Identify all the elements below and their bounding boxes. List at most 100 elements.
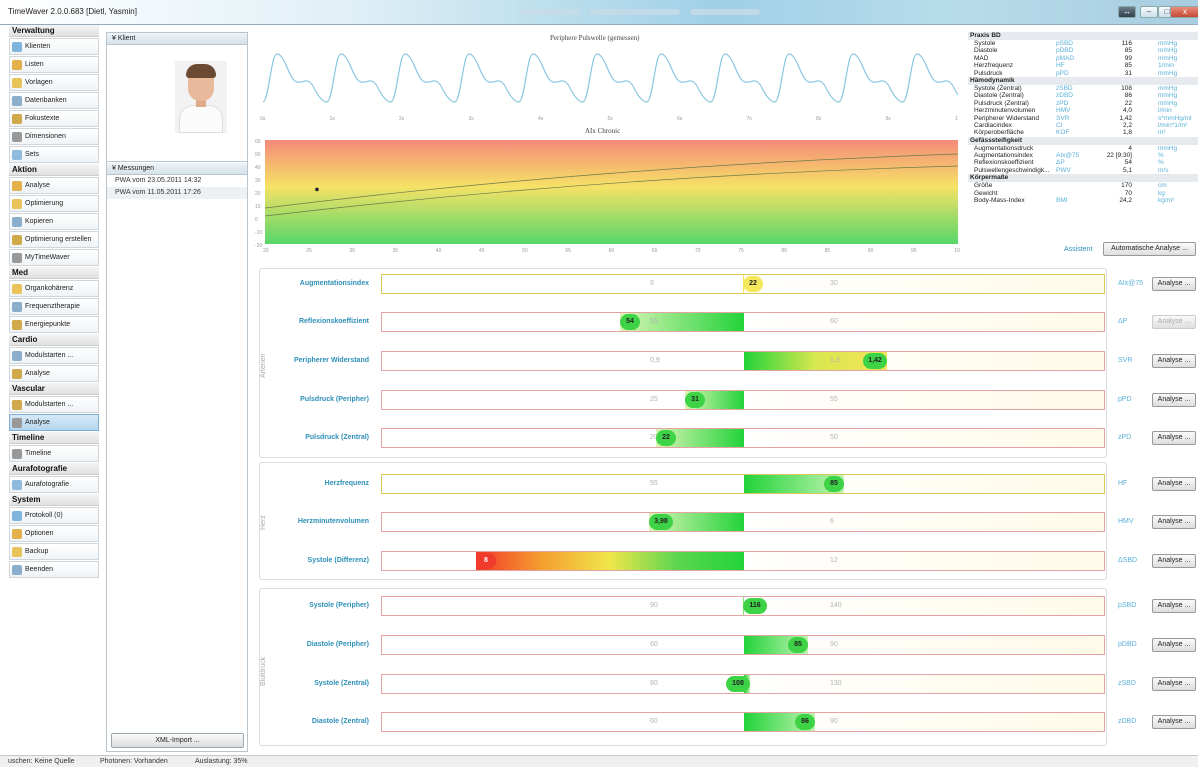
info-cell: 70 <box>1124 189 1132 197</box>
info-cell: Herzminutenvolumen <box>974 107 1036 115</box>
messungen-header[interactable]: ¥ Messungen <box>107 163 247 175</box>
sidebar-item[interactable]: Backup <box>9 543 99 560</box>
sidebar-item[interactable]: Optimierung <box>9 195 99 212</box>
group-label-herz: Herz <box>260 515 267 530</box>
metric-abbreviation: zSBD <box>1118 680 1136 687</box>
sidebar-section-3: Cardio <box>9 334 99 346</box>
info-cell: m/s <box>1158 166 1169 174</box>
aix-xtick: 45 <box>479 248 485 254</box>
analyse-button[interactable]: Analyse ... <box>1152 638 1196 652</box>
sidebar-item[interactable]: Energiepunkte <box>9 316 99 333</box>
aix-ytick: 0 <box>255 217 258 223</box>
sidebar-item[interactable]: Dimensionen <box>9 128 99 145</box>
sidebar-item-label: Optionen <box>25 530 54 537</box>
analyse-button[interactable]: Analyse ... <box>1152 677 1196 691</box>
info-cell: m² <box>1158 129 1166 137</box>
aix-chart: 6050403020100-10-2020 25 30 35 40 45 50 55 60 65 7… <box>255 139 960 254</box>
info-row: Peripherer Widerstand SVR 1,42 s*mmHg/ml <box>968 115 1198 122</box>
sidebar-section-6: Aurafotografie <box>9 463 99 475</box>
analyse-button[interactable]: Analyse ... <box>1152 554 1196 568</box>
sidebar-item[interactable]: Optionen <box>9 525 99 542</box>
pulse-tick-label: 4s <box>538 116 544 122</box>
info-cell: 108 <box>1121 84 1132 92</box>
sidebar-item[interactable]: Analyse <box>9 414 99 431</box>
metric-bar: 90 140 116 <box>381 596 1105 616</box>
client-header[interactable]: ¥ Klient <box>107 33 247 45</box>
sidebar-item[interactable]: Aurafotografie <box>9 476 99 493</box>
info-cell: BMI <box>1056 197 1068 205</box>
pulse-tick-label: 10s <box>955 116 958 122</box>
sidebar-item[interactable]: Frequenztherapie <box>9 298 99 315</box>
aix-xtick: 40 <box>436 248 442 254</box>
sidebar-item[interactable]: MyTimeWaver <box>9 249 99 266</box>
sidebar-item[interactable]: Sets <box>9 146 99 163</box>
analyse-button[interactable]: Analyse ... <box>1152 393 1196 407</box>
metric-tick-low: 90 <box>650 602 658 609</box>
sidebar-item[interactable]: Timeline <box>9 445 99 462</box>
sidebar-item[interactable]: Fokustexte <box>9 110 99 127</box>
title-bar: TimeWaver 2.0.0.683 [Dietl, Yasmin] ↔ – … <box>0 0 1198 25</box>
info-cell: cm <box>1158 182 1167 190</box>
analyse-button[interactable]: Analyse ... <box>1152 715 1196 729</box>
aix-xtick: 30 <box>349 248 355 254</box>
sidebar-item[interactable]: Analyse <box>9 365 99 382</box>
sidebar-item[interactable]: Modulstarten ... <box>9 347 99 364</box>
info-group-title: Gefässsteifigkeit <box>968 136 1198 145</box>
info-cell: pSBD <box>1056 40 1073 47</box>
sidebar-item-label: Optimierung <box>25 200 64 207</box>
metric-label: Systole (Differenz) <box>307 557 369 564</box>
analyse-button[interactable]: Analyse ... <box>1152 477 1196 491</box>
metric-bar: 0,9 1,3 1,42 <box>381 351 1105 371</box>
info-row: Körperoberfläche KOF 1,8 m² <box>968 129 1198 136</box>
assistent-link[interactable]: Assistent <box>1064 246 1092 253</box>
info-cell: 5,1 <box>1122 166 1132 174</box>
sidebar-item[interactable]: Datenbanken <box>9 92 99 109</box>
resize-button[interactable]: ↔ <box>1118 6 1136 18</box>
sidebar-section-4: Vascular <box>9 383 99 395</box>
sidebar-item[interactable]: Listen <box>9 56 99 73</box>
info-cell: HMV <box>1056 107 1071 115</box>
analyse-button[interactable]: Analyse ... <box>1152 315 1196 329</box>
analyse-button[interactable]: Analyse ... <box>1152 354 1196 368</box>
analyse-button[interactable]: Analyse ... <box>1152 431 1196 445</box>
messung-item[interactable]: PWA vom 11.05.2011 17:26 <box>107 187 247 199</box>
menu-icon <box>12 96 22 106</box>
sidebar-item[interactable]: Kopieren <box>9 213 99 230</box>
messung-item[interactable]: PWA vom 23.05.2011 14:32 <box>107 175 247 187</box>
info-cell: 31 <box>1124 69 1132 77</box>
info-cell: Diastole (Zentral) <box>974 92 1024 100</box>
xml-import-button[interactable]: XML-Import ... <box>111 733 244 748</box>
metric-value-badge: 1,42 <box>863 353 887 369</box>
sidebar-item-label: Modulstarten ... <box>25 401 74 408</box>
sidebar-item[interactable]: Modulstarten ... <box>9 396 99 413</box>
client-photo-area <box>107 45 247 162</box>
metric-label: Peripherer Widerstand <box>293 357 369 364</box>
sidebar-item[interactable]: Vorlagen <box>9 74 99 91</box>
pulse-tick-label: 8s <box>816 116 822 122</box>
sidebar-item[interactable]: Analyse <box>9 177 99 194</box>
metric-value-badge: 85 <box>788 637 808 653</box>
sidebar-item[interactable]: Protokoll (0) <box>9 507 99 524</box>
info-row: Diastole pDBD 85 mmHg <box>968 47 1198 54</box>
menu-icon <box>12 369 22 379</box>
info-cell: 170 <box>1121 182 1132 190</box>
sidebar-item[interactable]: Organkohärenz <box>9 280 99 297</box>
sidebar-item[interactable]: Beenden <box>9 561 99 578</box>
close-button[interactable]: x <box>1170 6 1198 18</box>
client-header-label: Klient <box>117 35 136 42</box>
metric-tick-low: 80 <box>650 680 658 687</box>
analyse-button[interactable]: Analyse ... <box>1152 277 1196 291</box>
minimize-button[interactable]: – <box>1140 6 1158 18</box>
sidebar-item-label: Aurafotografie <box>25 481 69 488</box>
analyse-button[interactable]: Analyse ... <box>1152 515 1196 529</box>
automatic-analysis-button[interactable]: Automatische Analyse ... <box>1103 242 1196 256</box>
sidebar-item-label: Modulstarten ... <box>25 352 74 359</box>
sidebar-item[interactable]: Klienten <box>9 38 99 55</box>
metric-tick-high: 60 <box>830 318 838 325</box>
aix-xtick: 75 <box>738 248 744 254</box>
info-cell: Pulsdruck (Zentral) <box>974 99 1029 107</box>
info-row: Pulsdruck (Zentral) zPD 22 mmHg <box>968 100 1198 107</box>
sidebar-item[interactable]: Optimierung erstellen <box>9 231 99 248</box>
analyse-button[interactable]: Analyse ... <box>1152 599 1196 613</box>
info-cell: 2,2 <box>1122 121 1132 129</box>
